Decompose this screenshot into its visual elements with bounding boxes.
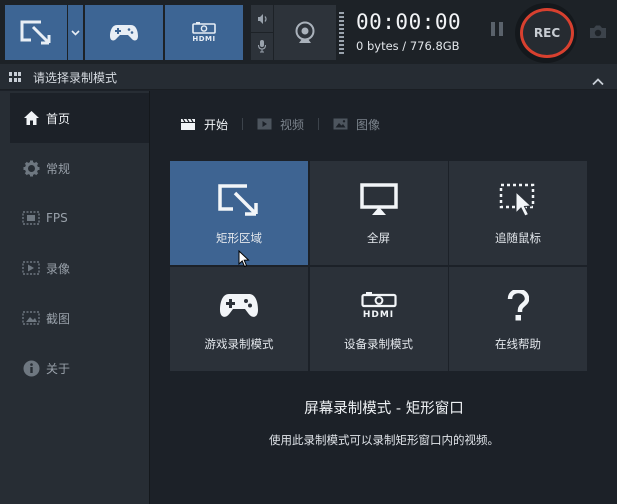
device-mode-button[interactable]: HDMI: [165, 5, 243, 60]
main-content: 开始 视频 图像 矩形区域 全屏 追随鼠标 游戏录制模式 HDMI 设备录制模式…: [149, 91, 617, 504]
sidebar-item-home[interactable]: 首页: [10, 93, 149, 143]
question-icon: [507, 286, 529, 326]
image-icon: [21, 308, 41, 328]
screenshot-button[interactable]: [588, 24, 608, 44]
mode-dropdown-button[interactable]: [68, 5, 83, 60]
sidebar-item-label: 录像: [46, 261, 71, 276]
sidebar-item-label: 首页: [46, 111, 71, 126]
speaker-toggle[interactable]: [251, 5, 273, 32]
sidebar-item-label: FPS: [46, 211, 68, 225]
picture-icon: [333, 118, 348, 130]
pause-button[interactable]: [488, 22, 506, 42]
tab-bar: 开始 视频 图像: [180, 116, 380, 132]
webcam-icon: [295, 21, 315, 43]
gear-icon: [21, 158, 41, 178]
sidebar-item-general[interactable]: 常规: [10, 143, 149, 193]
sidebar-item-about[interactable]: 关于: [10, 343, 149, 393]
storage-indicator: 0 bytes / 776.8GB: [356, 39, 460, 53]
grid-menu-icon[interactable]: [9, 72, 21, 82]
follow-mouse-icon: [499, 180, 537, 220]
panel-header: 请选择录制模式: [0, 64, 617, 90]
microphone-icon: [257, 40, 267, 53]
hdmi-icon: [192, 22, 216, 34]
mode-fullscreen[interactable]: 全屏: [309, 161, 448, 265]
sidebar-item-label: 常规: [46, 161, 71, 176]
audio-controls: [251, 5, 273, 60]
rectangle-select-icon: [20, 20, 51, 44]
mode-label: 全屏: [367, 231, 390, 245]
tab-video[interactable]: 视频: [257, 116, 304, 133]
play-icon: [257, 118, 272, 130]
mode-label: 矩形区域: [216, 231, 262, 245]
tab-start[interactable]: 开始: [180, 116, 228, 133]
mode-grid: 矩形区域 全屏 追随鼠标 游戏录制模式 HDMI 设备录制模式 在线帮助: [170, 161, 587, 371]
sidebar-item-label: 关于: [46, 361, 71, 376]
audio-level-meter: [339, 12, 344, 54]
mode-device-recording[interactable]: HDMI 设备录制模式: [309, 267, 448, 371]
info-icon: [21, 358, 41, 378]
mode-description-title: 屏幕录制模式 - 矩形窗口: [304, 401, 464, 417]
sidebar-item-label: 截图: [46, 311, 71, 326]
camera-icon: [590, 25, 606, 38]
hdmi-label: HDMI: [192, 35, 216, 43]
monitor-icon: [359, 180, 398, 220]
tab-label: 视频: [280, 117, 305, 132]
tab-label: 图像: [356, 117, 381, 132]
mode-label: 追随鼠标: [495, 231, 541, 245]
microphone-toggle[interactable]: [251, 32, 273, 59]
home-icon: [21, 108, 41, 128]
rectangle-select-icon: [217, 180, 261, 220]
sidebar-item-video[interactable]: 录像: [10, 243, 149, 293]
tab-image[interactable]: 图像: [333, 116, 380, 133]
speaker-icon: [258, 13, 267, 24]
mouse-cursor-icon: [238, 249, 250, 272]
game-mode-button[interactable]: [85, 5, 163, 60]
tab-divider: [242, 118, 244, 130]
pause-icon: [491, 22, 495, 36]
fps-icon: [21, 208, 41, 228]
mode-follow-mouse[interactable]: 追随鼠标: [449, 161, 587, 265]
mode-label: 在线帮助: [495, 337, 541, 351]
hdmi-label: HDMI: [362, 310, 395, 320]
gamepad-icon: [110, 24, 138, 40]
chevron-down-icon: [71, 29, 80, 36]
sidebar: 首页 常规 FPS 录像 截图 关于: [0, 91, 149, 504]
gamepad-icon: [219, 286, 259, 326]
mode-game-recording[interactable]: 游戏录制模式: [170, 267, 308, 371]
chevron-up-icon: [592, 78, 604, 86]
mode-label: 设备录制模式: [344, 337, 413, 351]
record-timer: 00:00:00: [356, 10, 462, 34]
mode-label: 游戏录制模式: [204, 337, 274, 351]
rec-button[interactable]: REC: [520, 8, 574, 58]
hdmi-icon: HDMI: [360, 286, 397, 326]
top-toolbar: HDMI 00:00:00 0 bytes / 776.8GB REC: [0, 0, 617, 64]
panel-title: 请选择录制模式: [33, 71, 118, 85]
sidebar-item-fps[interactable]: FPS: [10, 193, 149, 243]
sidebar-item-screenshot[interactable]: 截图: [10, 293, 149, 343]
webcam-toggle[interactable]: [274, 5, 336, 60]
mode-description-text: 使用此录制模式可以录制矩形窗口内的视频。: [269, 433, 499, 447]
tab-divider: [318, 118, 320, 130]
collapse-button[interactable]: [592, 71, 604, 90]
mode-online-help[interactable]: 在线帮助: [449, 267, 587, 371]
tab-label: 开始: [204, 117, 229, 132]
clapper-icon: [180, 118, 196, 131]
rectangle-mode-button[interactable]: [5, 5, 67, 60]
video-icon: [21, 258, 41, 278]
